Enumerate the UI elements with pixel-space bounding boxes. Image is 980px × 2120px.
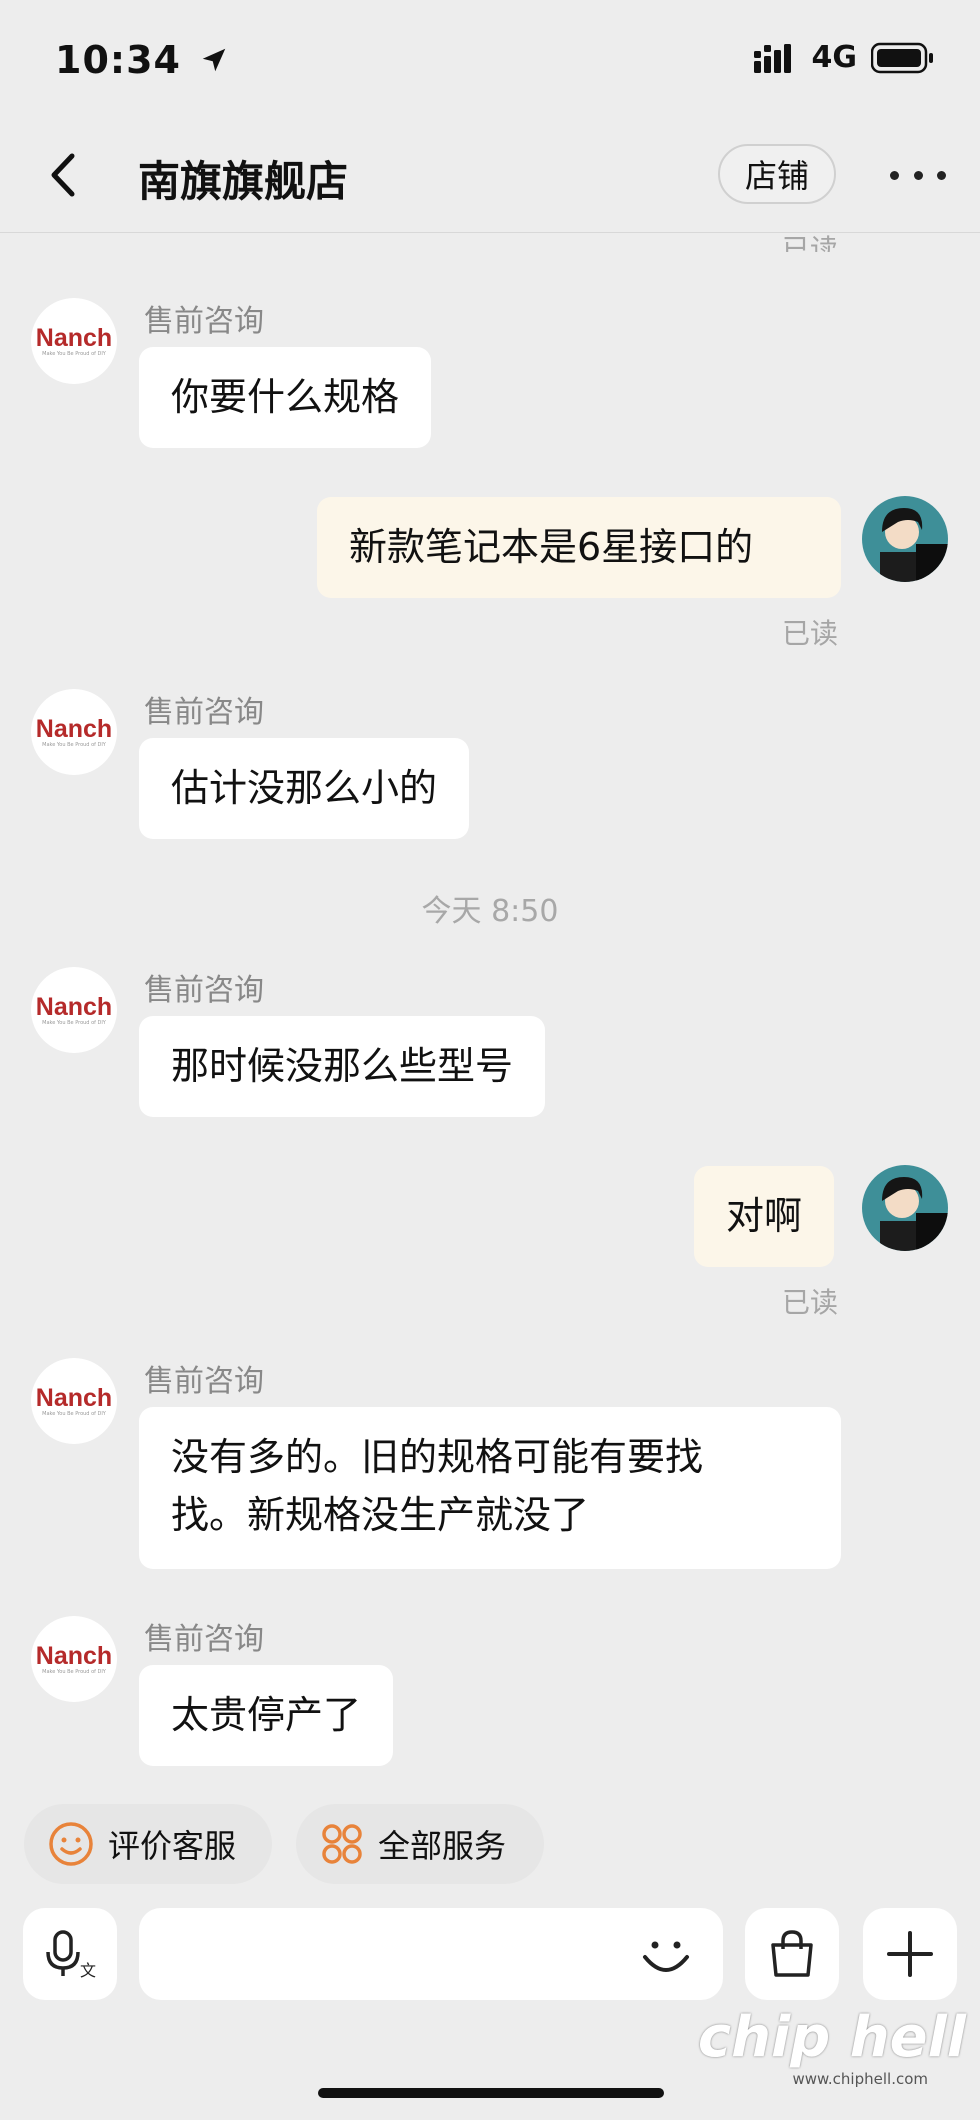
page-title: 南旗旗舰店 bbox=[138, 157, 349, 206]
message-line: 没有多的。旧的规格可能有要找 bbox=[171, 1435, 704, 1479]
shop-logo: Nanch bbox=[35, 714, 113, 743]
read-receipt: 已读 bbox=[782, 1286, 839, 1319]
shop-tagline: Make You Be Proud of DIY bbox=[42, 741, 106, 748]
message-input[interactable] bbox=[139, 1908, 723, 2000]
rate-service-button[interactable]: 评价客服 bbox=[24, 1804, 272, 1884]
chevron-left-icon bbox=[51, 153, 75, 197]
watermark-logo: chip hell bbox=[697, 2005, 966, 2070]
user-avatar[interactable] bbox=[862, 1165, 948, 1251]
shop-tagline: Make You Be Proud of DIY bbox=[42, 1668, 106, 1675]
shop-avatar[interactable]: Nanch Make You Be Proud of DIY bbox=[31, 1616, 117, 1702]
chip-label: 评价客服 bbox=[108, 1827, 237, 1865]
shop-tagline: Make You Be Proud of DIY bbox=[42, 1019, 106, 1026]
user-avatar-image bbox=[862, 1165, 948, 1251]
smile-icon bbox=[49, 1822, 93, 1866]
sender-name: 售前咨询 bbox=[144, 695, 264, 730]
location-arrow-icon bbox=[202, 48, 226, 72]
status-indicators: 4G bbox=[753, 40, 936, 75]
read-receipt: 已读 bbox=[782, 233, 839, 253]
message-line: 找。新规格没生产就没了 bbox=[171, 1493, 590, 1537]
network-type: 4G bbox=[811, 40, 858, 75]
emoji-icon[interactable] bbox=[637, 1925, 695, 1983]
shop-avatar[interactable]: Nanch Make You Be Proud of DIY bbox=[31, 1358, 117, 1444]
read-receipt: 已读 bbox=[782, 617, 839, 650]
shop-tagline: Make You Be Proud of DIY bbox=[42, 350, 106, 357]
shop-logo: Nanch bbox=[35, 323, 113, 352]
shop-avatar[interactable]: Nanch Make You Be Proud of DIY bbox=[31, 967, 117, 1053]
message-bubble[interactable]: 没有多的。旧的规格可能有要找 找。新规格没生产就没了 bbox=[139, 1407, 841, 1569]
more-dot-icon bbox=[890, 170, 899, 180]
sender-name: 售前咨询 bbox=[144, 1364, 264, 1399]
shop-button[interactable]: 店铺 bbox=[718, 144, 836, 204]
shop-logo: Nanch bbox=[35, 1383, 113, 1412]
shop-avatar[interactable]: Nanch Make You Be Proud of DIY bbox=[31, 298, 117, 384]
more-dot-icon bbox=[913, 170, 923, 180]
more-tools-button[interactable] bbox=[863, 1908, 957, 2000]
sender-name: 售前咨询 bbox=[144, 973, 264, 1008]
sender-name: 售前咨询 bbox=[144, 304, 264, 339]
plus-icon bbox=[887, 1931, 933, 1977]
shopping-bag-icon bbox=[771, 1930, 813, 1977]
back-button[interactable] bbox=[42, 150, 82, 200]
products-button[interactable] bbox=[745, 1908, 839, 2000]
battery-icon bbox=[871, 42, 933, 73]
message-bubble-self[interactable]: 对啊 bbox=[694, 1166, 835, 1267]
shop-tagline: Make You Be Proud of DIY bbox=[42, 1410, 106, 1417]
message-bubble-self[interactable]: 新款笔记本是6星接口的 bbox=[317, 497, 841, 598]
chip-label: 全部服务 bbox=[378, 1827, 507, 1865]
home-indicator[interactable] bbox=[318, 2088, 664, 2098]
status-time: 10:34 bbox=[55, 38, 229, 82]
user-avatar[interactable] bbox=[862, 496, 948, 582]
message-bubble[interactable]: 太贵停产了 bbox=[139, 1665, 394, 1766]
more-button[interactable] bbox=[890, 160, 946, 190]
shop-avatar[interactable]: Nanch Make You Be Proud of DIY bbox=[31, 689, 117, 775]
message-bubble[interactable]: 估计没那么小的 bbox=[139, 738, 470, 839]
shop-logo: Nanch bbox=[35, 1641, 113, 1670]
shop-logo: Nanch bbox=[35, 992, 113, 1021]
user-avatar-image bbox=[862, 496, 948, 582]
clock: 10:34 bbox=[55, 38, 181, 82]
more-dot-icon bbox=[937, 170, 946, 180]
voice-translate-icon: 文 bbox=[46, 1930, 96, 1980]
message-bubble[interactable]: 你要什么规格 bbox=[139, 347, 432, 448]
timestamp: 今天 8:50 bbox=[421, 894, 559, 929]
message-bubble[interactable]: 那时候没那么些型号 bbox=[139, 1016, 546, 1117]
voice-button[interactable]: 文 bbox=[23, 1908, 117, 2000]
grid-services-icon bbox=[322, 1824, 362, 1864]
svg-text:文: 文 bbox=[80, 1961, 96, 1980]
sender-name: 售前咨询 bbox=[144, 1622, 264, 1657]
all-services-button[interactable]: 全部服务 bbox=[296, 1804, 544, 1884]
watermark-url: www.chiphell.com bbox=[792, 2070, 928, 2088]
signal-icon bbox=[753, 43, 791, 73]
